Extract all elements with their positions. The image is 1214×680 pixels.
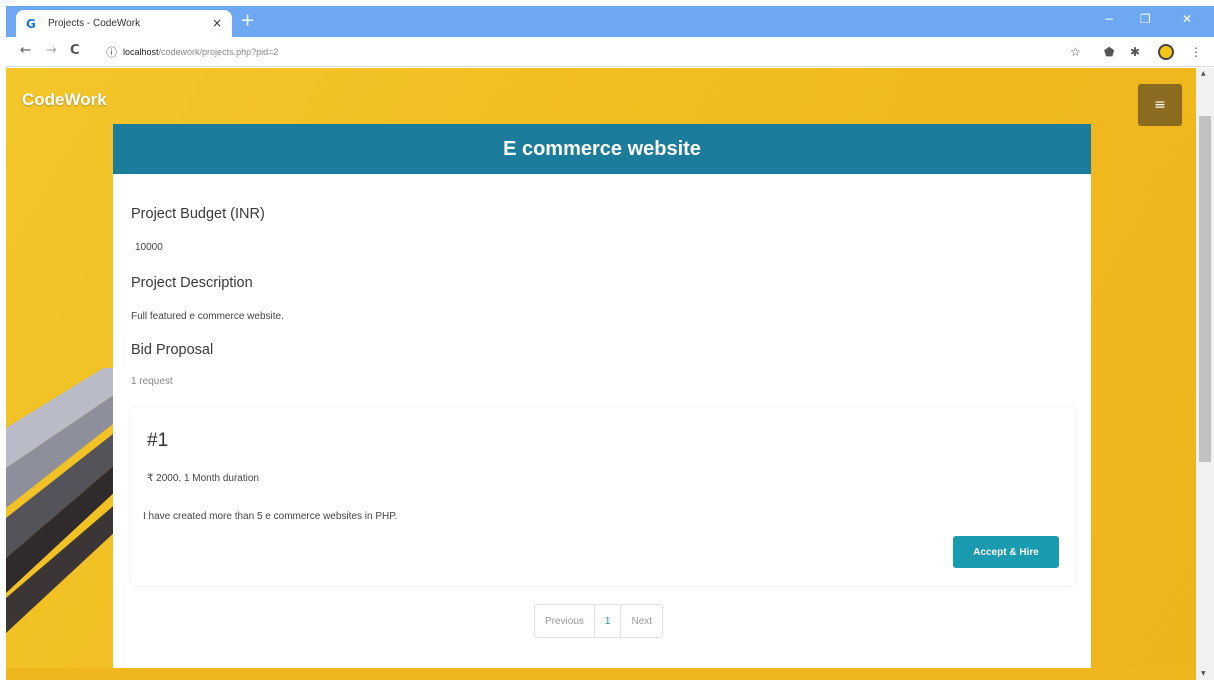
- project-card: E commerce website Project Budget (INR) …: [113, 124, 1091, 668]
- project-title: E commerce website: [113, 124, 1091, 174]
- page-viewport: CodeWork ≡ E commerce website Project Bu…: [6, 68, 1196, 668]
- bid-number: #1: [147, 430, 169, 451]
- browser-toolbar: ← → C ⓘ localhost /codework/projects.php…: [6, 37, 1214, 67]
- bid-item: #1 ₹ 2000, 1 Month duration I have creat…: [131, 408, 1075, 586]
- brand-logo[interactable]: CodeWork: [22, 90, 107, 110]
- maximize-icon[interactable]: ❐: [1140, 12, 1151, 26]
- hamburger-icon: ≡: [1154, 97, 1166, 113]
- url-host: localhost: [123, 47, 159, 57]
- bookmark-star-icon[interactable]: ☆: [1070, 45, 1081, 59]
- scroll-thumb[interactable]: [1199, 116, 1211, 462]
- menu-toggle-button[interactable]: ≡: [1138, 84, 1182, 126]
- reload-icon[interactable]: C: [70, 43, 80, 58]
- bid-proposal-label: Bid Proposal: [131, 342, 214, 358]
- minimize-icon[interactable]: −: [1104, 12, 1114, 26]
- window-left-edge: [0, 0, 6, 680]
- scroll-up-icon[interactable]: ▲: [1201, 70, 1206, 77]
- pagination-next[interactable]: Next: [621, 605, 662, 637]
- description-value: Full featured e commerce website.: [131, 311, 284, 322]
- bid-message: I have created more than 5 e commerce we…: [143, 511, 398, 522]
- scroll-down-icon[interactable]: ▼: [1201, 670, 1206, 677]
- budget-value: 10000: [135, 242, 163, 253]
- page-bottom-band: [6, 668, 1196, 680]
- description-label: Project Description: [131, 275, 253, 291]
- vertical-scrollbar[interactable]: ▲ ▼: [1196, 68, 1214, 680]
- close-window-icon[interactable]: ✕: [1182, 12, 1192, 26]
- budget-label: Project Budget (INR): [131, 206, 265, 222]
- bid-count: 1 request: [131, 376, 173, 387]
- accept-hire-button[interactable]: Accept & Hire: [953, 536, 1059, 568]
- pagination: Previous 1 Next: [534, 604, 664, 638]
- pagination-page-1[interactable]: 1: [595, 605, 622, 637]
- browser-menu-icon[interactable]: ⋮: [1190, 45, 1202, 59]
- title-bar: G Projects - CodeWork × + − ❐ ✕: [6, 6, 1214, 37]
- new-tab-icon[interactable]: +: [240, 12, 255, 30]
- browser-tab[interactable]: G Projects - CodeWork ×: [16, 10, 232, 37]
- extension-icon[interactable]: ⬟: [1104, 45, 1114, 59]
- back-icon[interactable]: ←: [20, 43, 31, 58]
- puzzle-extension-icon[interactable]: ✱: [1130, 45, 1140, 59]
- forward-icon[interactable]: →: [46, 43, 57, 58]
- url-path: /codework/projects.php?pid=2: [158, 47, 279, 57]
- browser-window: G Projects - CodeWork × + − ❐ ✕ ← → C ⓘ …: [0, 0, 1214, 680]
- info-icon[interactable]: ⓘ: [106, 44, 117, 60]
- pagination-previous[interactable]: Previous: [535, 605, 595, 637]
- tab-close-icon[interactable]: ×: [212, 16, 222, 30]
- profile-avatar[interactable]: [1158, 44, 1174, 60]
- tab-title: Projects - CodeWork: [48, 18, 141, 29]
- address-bar[interactable]: ⓘ localhost /codework/projects.php?pid=2: [102, 41, 1062, 63]
- favicon-icon: G: [26, 16, 36, 31]
- bid-amount-duration: ₹ 2000, 1 Month duration: [147, 473, 259, 484]
